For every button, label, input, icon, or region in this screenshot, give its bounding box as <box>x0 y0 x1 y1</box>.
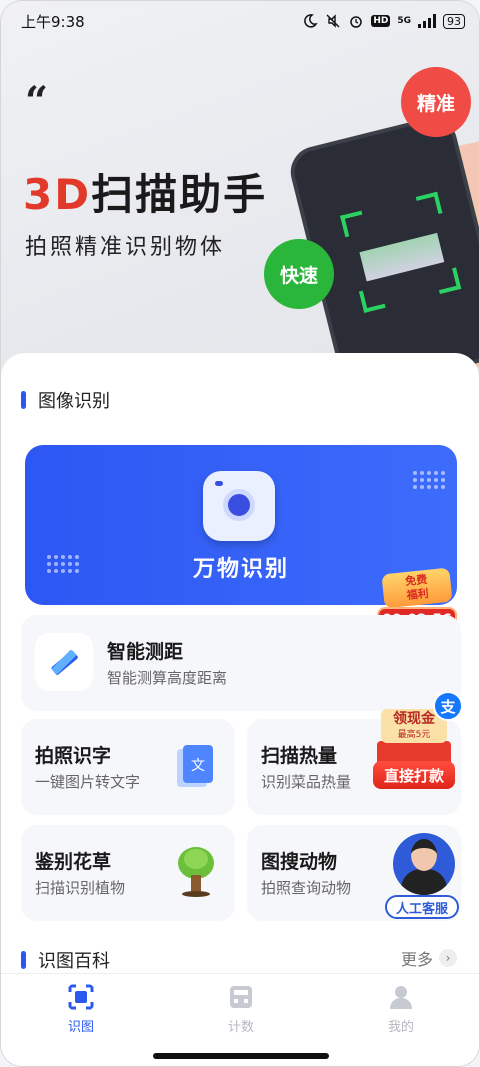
alarm-icon <box>350 16 363 28</box>
hero-banner[interactable]: “ 3D扫描助手 拍照精准识别物体 精准 快速 <box>1 1 479 381</box>
profile-icon <box>390 986 412 1009</box>
home-indicator[interactable] <box>153 1053 329 1059</box>
badge-accurate: 精准 <box>401 67 471 137</box>
scan-icon <box>68 984 94 1010</box>
section-marker <box>21 951 26 969</box>
status-bar: 上午9:38 HD 5G 93 <box>1 1 479 41</box>
banner-subtitle: 拍照精准识别物体 <box>25 235 226 260</box>
feature-title: 图搜动物 <box>261 851 338 873</box>
feature-subtitle: 智能测算高度距离 <box>107 669 228 687</box>
banner-title-accent: 3D <box>23 170 92 219</box>
feature-title: 扫描热量 <box>261 745 338 767</box>
dot-pattern <box>413 471 445 489</box>
tab-profile[interactable]: 我的 <box>361 984 441 1035</box>
quote-mark: “ <box>25 78 49 125</box>
tree-icon <box>167 843 225 901</box>
camera-icon <box>203 471 275 541</box>
network-type: 5G <box>397 16 411 26</box>
tab-label: 我的 <box>387 1020 414 1035</box>
tab-count[interactable]: 计数 <box>201 984 281 1035</box>
signal-icon <box>418 14 436 28</box>
feature-title: 鉴别花草 <box>35 851 112 873</box>
agent-avatar <box>393 833 455 895</box>
battery-icon: 93 <box>443 13 465 29</box>
mute-icon <box>326 14 340 28</box>
gift-icon: 免费 福利 <box>381 567 453 609</box>
document-text-icon: 文 <box>167 737 225 795</box>
tab-label: 计数 <box>227 1020 254 1035</box>
moon-icon <box>304 14 318 28</box>
counter-icon <box>230 986 252 1008</box>
status-icons: HD 5G 93 <box>302 13 465 29</box>
section-image-recognition: 图像识别 <box>21 387 110 413</box>
more-link[interactable]: 更多 › <box>401 946 457 970</box>
feature-photo-text[interactable]: 拍照识字 一键图片转文字 文 <box>21 719 235 815</box>
banner-title: 3D扫描助手 <box>23 161 267 222</box>
feature-title: 拍照识字 <box>35 745 112 767</box>
feature-subtitle: 拍照查询动物 <box>261 879 352 897</box>
feature-subtitle: 扫描识别植物 <box>35 879 126 897</box>
hd-icon: HD <box>371 15 391 27</box>
feature-title: 智能测距 <box>107 641 184 663</box>
banner-title-rest: 扫描助手 <box>91 170 268 219</box>
feature-subtitle: 识别菜品热量 <box>261 773 352 791</box>
chevron-right-icon: › <box>439 949 457 967</box>
feature-subtitle: 一键图片转文字 <box>35 773 141 791</box>
tab-recognize[interactable]: 识图 <box>41 984 121 1035</box>
alipay-icon: 支 <box>433 691 463 721</box>
tab-label: 识图 <box>67 1020 94 1035</box>
feature-smart-distance[interactable]: 智能测距 智能测算高度距离 <box>21 615 461 711</box>
ruler-pencil-icon <box>35 633 93 691</box>
section-title-text: 识图百科 <box>38 951 110 972</box>
feature-identify-plant[interactable]: 鉴别花草 扫描识别植物 <box>21 825 235 921</box>
customer-service-button[interactable]: 人工客服 <box>385 833 459 919</box>
more-label: 更多 <box>400 950 433 969</box>
direct-pay-button[interactable]: 直接打款 <box>373 761 455 789</box>
app-screen: “ 3D扫描助手 拍照精准识别物体 精准 快速 上午9:38 HD 5G 93 … <box>0 0 480 1067</box>
badge-fast: 快速 <box>264 239 334 309</box>
customer-service-label: 人工客服 <box>385 895 459 919</box>
section-encyclopedia: 识图百科 <box>21 947 110 973</box>
status-time: 上午9:38 <box>21 12 85 31</box>
section-title-text: 图像识别 <box>38 391 110 412</box>
section-marker <box>21 391 26 409</box>
svg-text:文: 文 <box>191 758 205 774</box>
scan-frame-icon <box>340 191 462 313</box>
